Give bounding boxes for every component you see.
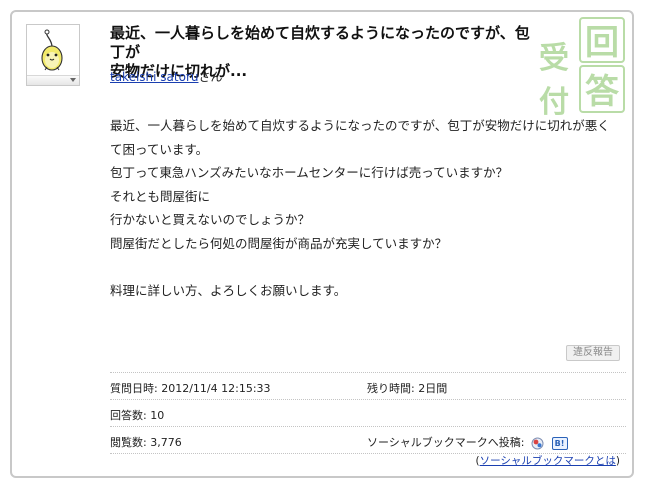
stamp-char-kai: 回 bbox=[585, 23, 619, 63]
views-label: 閲覧数: bbox=[110, 436, 147, 449]
posted-value: 2012/11/4 12:15:33 bbox=[161, 382, 271, 395]
body-line: 行かないと買えないのでしょうか？ bbox=[110, 212, 311, 227]
remaining-value: 2日間 bbox=[418, 382, 448, 395]
remaining-label: 残り時間: bbox=[367, 382, 415, 395]
stamp-char-tou: 答 bbox=[585, 72, 620, 112]
stamp-char-uke: 受 bbox=[539, 41, 569, 76]
body-line: 料理に詳しい方、よろしくお願いします。 bbox=[110, 282, 347, 298]
avatar-dropdown[interactable] bbox=[27, 75, 79, 85]
asker-suffix: さん bbox=[198, 70, 223, 84]
sbm-label: ソーシャルブックマークへ投稿: bbox=[367, 436, 525, 449]
body-line bbox=[110, 255, 630, 279]
remaining-time: 残り時間: 2日間 bbox=[367, 380, 447, 396]
report-violation-button[interactable]: 違反報告 bbox=[566, 345, 620, 361]
posted-datetime: 質問日時: 2012/11/4 12:15:33 bbox=[110, 380, 271, 396]
question-title-line-1: 最近、一人暮らしを始めて自炊するようになったのですが、包丁が bbox=[110, 24, 530, 61]
hatena-bookmark-icon[interactable]: B! bbox=[551, 436, 568, 450]
body-line: 最近、一人暮らしを始めて自炊するようになったのですが、包丁が安物だけに切れが悪く bbox=[110, 118, 610, 133]
question-meta: 質問日時: 2012/11/4 12:15:33 残り時間: 2日間 回答数: … bbox=[110, 372, 626, 454]
question-card: 回 答 受 付 最近、一人暮らしを始めて自炊するようになったのですが、包丁が 安… bbox=[10, 10, 634, 478]
sbm-help-close: ) bbox=[615, 455, 620, 467]
views-value: 3,776 bbox=[150, 436, 182, 449]
answers-label: 回答数: bbox=[110, 409, 147, 422]
question-body: 最近、一人暮らしを始めて自炊するようになったのですが、包丁が安物だけに切れが悪く… bbox=[110, 114, 630, 302]
bookmark-share-icon[interactable] bbox=[531, 437, 544, 450]
asker-info: takeishi satoruさん bbox=[110, 68, 223, 85]
answer-count: 回答数: 10 bbox=[110, 407, 164, 423]
social-bookmark: ソーシャルブックマークへ投稿: B! bbox=[367, 434, 568, 450]
sprout-character-icon bbox=[41, 29, 63, 71]
body-line: 包丁って東急ハンズみたいなホームセンターに行けば売っていますか？ bbox=[110, 165, 509, 180]
asker-avatar[interactable] bbox=[26, 24, 80, 86]
body-line: 問屋街だとしたら何処の問屋街が商品が充実していますか？ bbox=[110, 235, 448, 251]
meta-row: 回答数: 10 bbox=[110, 400, 626, 427]
posted-label: 質問日時: bbox=[110, 382, 158, 395]
answer-accepting-stamp-icon: 回 答 受 付 bbox=[539, 17, 625, 120]
view-count: 閲覧数: 3,776 bbox=[110, 434, 182, 450]
asker-name-link[interactable]: takeishi satoru bbox=[110, 70, 199, 84]
sbm-help: (ソーシャルブックマークとは) bbox=[475, 453, 620, 468]
body-line: それとも問屋街に bbox=[110, 188, 211, 204]
body-line: て困っています。 bbox=[110, 141, 209, 157]
sbm-help-link[interactable]: ソーシャルブックマークとは bbox=[480, 455, 616, 467]
answers-value: 10 bbox=[150, 409, 165, 422]
meta-row: 質問日時: 2012/11/4 12:15:33 残り時間: 2日間 bbox=[110, 372, 626, 400]
meta-row: 閲覧数: 3,776 ソーシャルブックマークへ投稿: B! bbox=[110, 427, 626, 454]
chevron-down-icon bbox=[70, 78, 76, 82]
